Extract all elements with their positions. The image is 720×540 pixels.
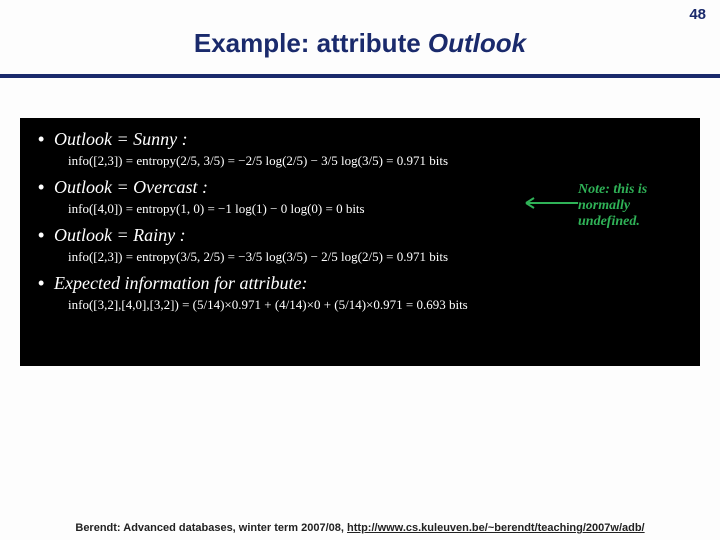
rainy-heading: Outlook = Rainy :	[54, 224, 186, 246]
bullet-icon: •	[38, 224, 54, 246]
title-emph: Outlook	[428, 28, 526, 58]
content-box: • Outlook = Sunny : info([2,3]) = entrop…	[20, 118, 700, 366]
bullet-icon: •	[38, 128, 54, 150]
arrow-icon	[520, 196, 580, 210]
bullet-sunny: • Outlook = Sunny :	[38, 128, 686, 150]
bullet-icon: •	[38, 176, 54, 198]
slide-title: Example: attribute Outlook	[0, 28, 720, 59]
expected-equation: info([3,2],[4,0],[3,2]) = (5/14)×0.971 +…	[68, 296, 686, 314]
footer: Berendt: Advanced databases, winter term…	[0, 522, 720, 534]
rainy-equation: info([2,3]) = entropy(3/5, 2/5) = −3/5 l…	[68, 248, 686, 266]
overcast-heading: Outlook = Overcast :	[54, 176, 208, 198]
expected-heading: Expected information for attribute:	[54, 272, 307, 294]
bullet-icon: •	[38, 272, 54, 294]
sunny-heading: Outlook = Sunny :	[54, 128, 188, 150]
slide: 48 Example: attribute Outlook • Outlook …	[0, 0, 720, 540]
sunny-equation: info([2,3]) = entropy(2/5, 3/5) = −2/5 l…	[68, 152, 686, 170]
bullet-expected: • Expected information for attribute:	[38, 272, 686, 294]
footer-text: Berendt: Advanced databases, winter term…	[75, 522, 347, 534]
title-underline	[0, 74, 720, 78]
margin-note: Note: this is normally undefined.	[578, 182, 688, 230]
page-number: 48	[689, 6, 706, 23]
title-prefix: Example: attribute	[194, 28, 428, 58]
footer-url: http://www.cs.kuleuven.be/~berendt/teach…	[347, 522, 645, 534]
